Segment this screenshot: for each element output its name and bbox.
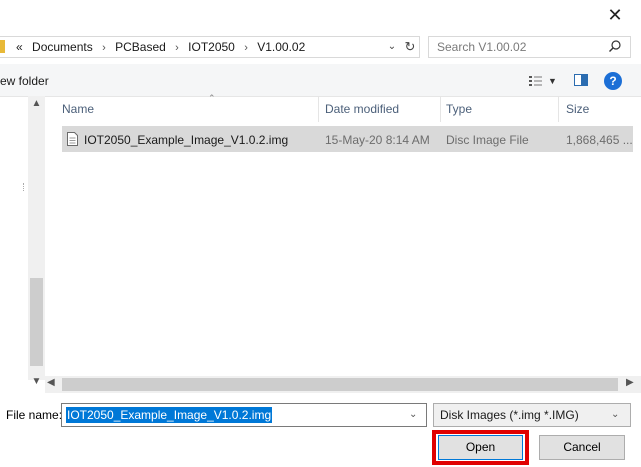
file-date: 15-May-20 8:14 AM <box>325 133 430 147</box>
new-folder-button[interactable]: ew folder <box>0 73 49 89</box>
scroll-right-icon[interactable]: ▶ <box>626 377 634 388</box>
chevron-down-icon[interactable]: ⌄ <box>384 38 400 56</box>
folder-icon <box>0 40 5 53</box>
view-options-icon[interactable] <box>527 73 545 89</box>
file-name[interactable]: IOT2050_Example_Image_V1.0.2.img <box>84 132 288 148</box>
file-name-value[interactable]: IOT2050_Example_Image_V1.0.2.img <box>66 407 273 423</box>
column-header-size[interactable]: Size <box>566 101 589 117</box>
breadcrumb-separator[interactable]: › <box>175 39 179 57</box>
chevron-down-icon[interactable]: ▼ <box>548 73 557 89</box>
file-icon <box>67 132 78 146</box>
open-button[interactable]: Open <box>438 435 523 460</box>
breadcrumb-separator[interactable]: › <box>244 39 248 57</box>
preview-pane-icon[interactable] <box>574 74 588 86</box>
breadcrumb-documents[interactable]: Documents <box>32 38 93 56</box>
column-header-name[interactable]: Name <box>62 101 94 117</box>
help-icon[interactable]: ? <box>604 72 622 90</box>
breadcrumb-pcbased[interactable]: PCBased <box>115 38 166 56</box>
file-type-value: Disk Images (*.img *.IMG) <box>440 408 579 422</box>
column-header-type[interactable]: Type <box>446 101 472 117</box>
chevron-down-icon[interactable]: ⌄ <box>409 407 417 423</box>
breadcrumb: « Documents › PCBased › IOT2050 › V1.00.… <box>16 38 305 56</box>
cancel-button[interactable]: Cancel <box>539 435 625 460</box>
scroll-up-icon[interactable]: ▲ <box>28 98 45 109</box>
breadcrumb-overflow[interactable]: « <box>16 38 23 56</box>
refresh-icon[interactable]: ↻ <box>402 38 418 56</box>
breadcrumb-iot2050[interactable]: IOT2050 <box>188 38 235 56</box>
search-placeholder: Search V1.00.02 <box>437 40 527 54</box>
scroll-down-icon[interactable]: ▼ <box>28 376 45 387</box>
file-name-label: File name: <box>6 408 63 422</box>
breadcrumb-separator[interactable]: › <box>102 39 106 57</box>
search-icon[interactable] <box>606 38 624 56</box>
breadcrumb-v1-00-02[interactable]: V1.00.02 <box>257 38 305 56</box>
column-divider[interactable] <box>558 96 559 122</box>
horizontal-scroll-thumb[interactable] <box>62 378 618 391</box>
close-icon[interactable]: ✕ <box>603 4 627 26</box>
chevron-down-icon[interactable]: ⌄ <box>611 407 619 423</box>
column-divider[interactable] <box>318 96 319 122</box>
nav-scroll-thumb[interactable] <box>30 278 43 366</box>
column-divider[interactable] <box>440 96 441 122</box>
scroll-left-icon[interactable]: ◀ <box>47 377 55 388</box>
sort-ascending-icon: ⌃ <box>208 93 216 103</box>
file-type: Disc Image File <box>446 133 529 147</box>
pane-splitter[interactable] <box>23 183 25 191</box>
column-header-date-modified[interactable]: Date modified <box>325 101 399 117</box>
file-size: 1,868,465 ... <box>566 133 633 147</box>
